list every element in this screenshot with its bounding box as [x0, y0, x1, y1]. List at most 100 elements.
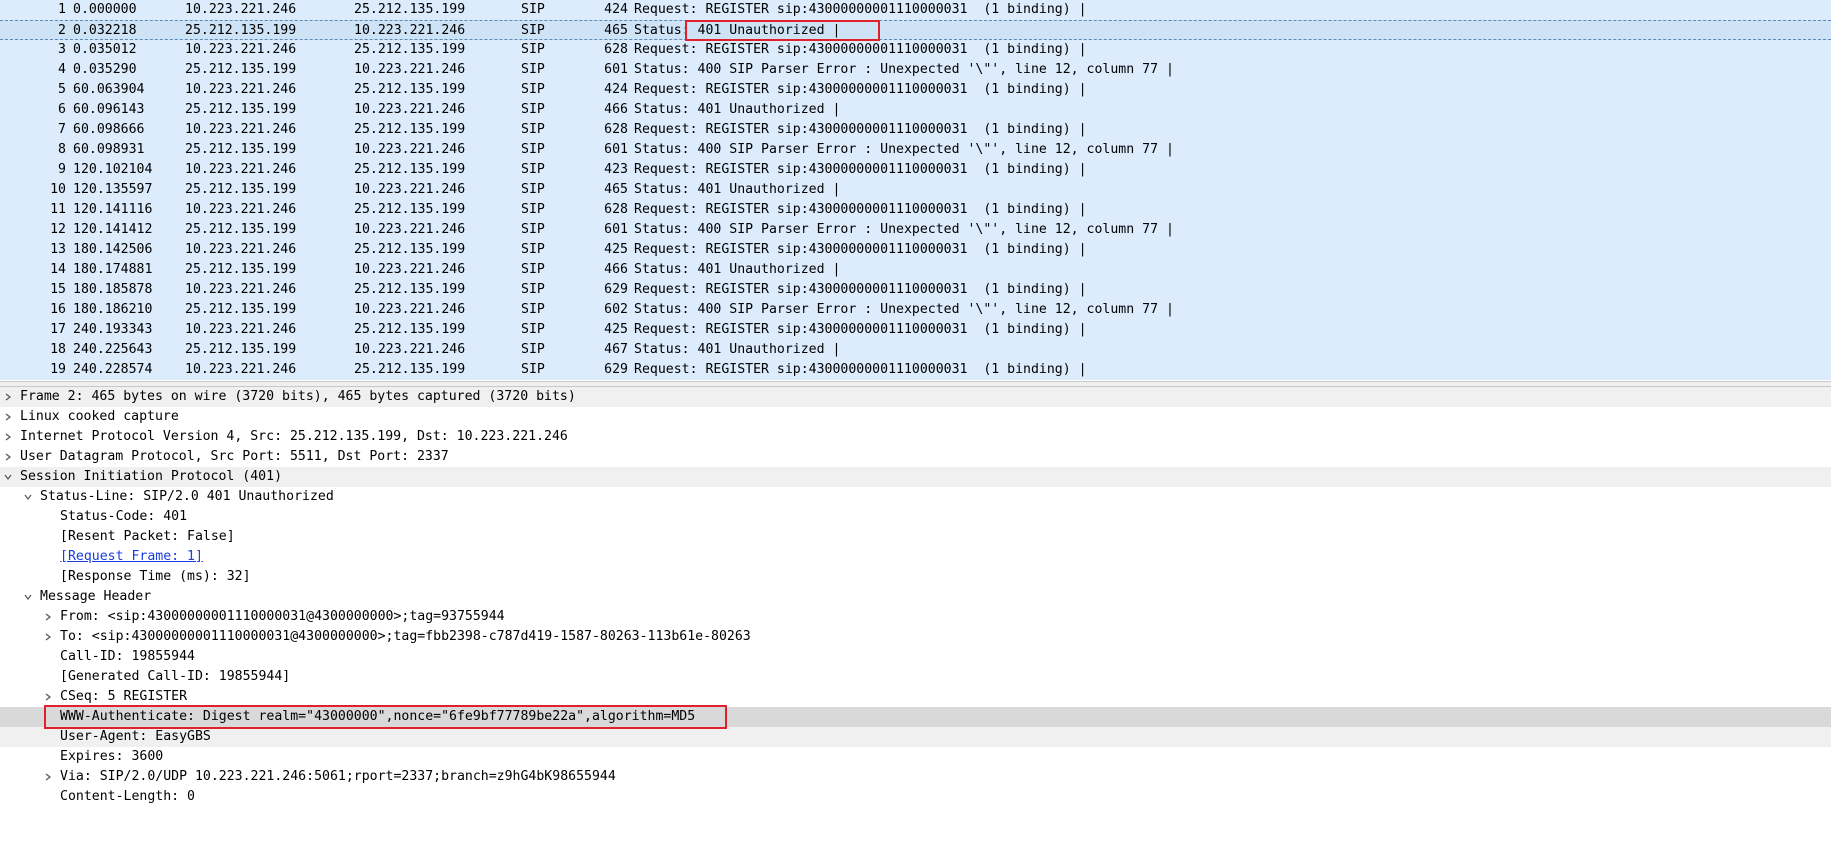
tree-item[interactable]: User-Agent: EasyGBS: [0, 727, 1831, 747]
packet-protocol: SIP: [521, 122, 545, 137]
packet-source: 25.212.135.199: [185, 342, 297, 357]
packet-number: 1: [58, 2, 66, 17]
chevron-right-icon[interactable]: [2, 447, 14, 467]
tree-item[interactable]: Frame 2: 465 bytes on wire (3720 bits), …: [0, 387, 1831, 407]
tree-item[interactable]: Status-Line: SIP/2.0 401 Unauthorized: [0, 487, 1831, 507]
tree-item[interactable]: [Resent Packet: False]: [0, 527, 1831, 547]
packet-number: 7: [58, 122, 66, 137]
packet-row[interactable]: 19 240.228574 10.223.221.246 25.212.135.199…: [0, 360, 1831, 380]
tree-item[interactable]: [Generated Call-ID: 19855944]: [0, 667, 1831, 687]
packet-row[interactable]: 10 120.135597 25.212.135.199 10.223.221.246…: [0, 180, 1831, 200]
tree-item-label: To: <sip:43000000001110000031@4300000000…: [60, 629, 751, 644]
tree-item[interactable]: CSeq: 5 REGISTER: [0, 687, 1831, 707]
packet-time: 0.035290: [73, 62, 137, 77]
chevron-right-icon[interactable]: [2, 407, 14, 427]
packet-row[interactable]: 2 0.032218 25.212.135.199 10.223.221.246 SIP…: [0, 20, 1831, 40]
packet-row[interactable]: 14 180.174881 25.212.135.199 10.223.221.246…: [0, 260, 1831, 280]
packet-row[interactable]: 17 240.193343 10.223.221.246 25.212.135.199…: [0, 320, 1831, 340]
packet-length: 467: [604, 342, 628, 357]
packet-list[interactable]: 1 0.000000 10.223.221.246 25.212.135.199 SIP…: [0, 0, 1831, 381]
packet-row[interactable]: 16 180.186210 25.212.135.199 10.223.221.246…: [0, 300, 1831, 320]
packet-row[interactable]: 6 60.096143 25.212.135.199 10.223.221.246 SI…: [0, 100, 1831, 120]
packet-info: Status: 401 Unauthorized |: [634, 182, 841, 197]
packet-destination: 25.212.135.199: [354, 122, 466, 137]
chevron-down-icon[interactable]: [2, 467, 14, 487]
packet-row[interactable]: 15 180.185878 10.223.221.246 25.212.135.199…: [0, 280, 1831, 300]
tree-item[interactable]: Internet Protocol Version 4, Src: 25.212…: [0, 427, 1831, 447]
packet-source: 10.223.221.246: [185, 2, 297, 17]
packet-source: 25.212.135.199: [185, 23, 297, 38]
packet-length: 628: [604, 202, 628, 217]
packet-row[interactable]: 8 60.098931 25.212.135.199 10.223.221.246 SI…: [0, 140, 1831, 160]
chevron-right-icon[interactable]: [42, 687, 54, 707]
packet-time: 120.102104: [73, 162, 153, 177]
packet-time: 120.135597: [73, 182, 153, 197]
packet-details-tree[interactable]: Frame 2: 465 bytes on wire (3720 bits), …: [0, 387, 1831, 844]
packet-info: Status: 400 SIP Parser Error : Unexpecte…: [634, 62, 1174, 77]
tree-item[interactable]: Session Initiation Protocol (401): [0, 467, 1831, 487]
packet-destination: 25.212.135.199: [354, 322, 466, 337]
tree-item[interactable]: Content-Length: 0: [0, 787, 1831, 807]
packet-number: 2: [58, 23, 66, 38]
packet-destination: 10.223.221.246: [354, 182, 466, 197]
chevron-right-icon[interactable]: [42, 607, 54, 627]
packet-protocol: SIP: [521, 302, 545, 317]
tree-item[interactable]: WWW-Authenticate: Digest realm="43000000…: [0, 707, 1831, 727]
packet-row[interactable]: 11 120.141116 10.223.221.246 25.212.135.199…: [0, 200, 1831, 220]
packet-length: 465: [604, 23, 628, 38]
tree-item[interactable]: Status-Code: 401: [0, 507, 1831, 527]
packet-row[interactable]: 5 60.063904 10.223.221.246 25.212.135.199 SI…: [0, 80, 1831, 100]
tree-item[interactable]: User Datagram Protocol, Src Port: 5511, …: [0, 447, 1831, 467]
chevron-down-icon[interactable]: [22, 587, 34, 607]
packet-length: 423: [604, 162, 628, 177]
request-frame-link[interactable]: [Request Frame: 1]: [60, 547, 203, 567]
packet-info: Request: REGISTER sip:430000000011100000…: [634, 242, 1087, 257]
packet-row[interactable]: 4 0.035290 25.212.135.199 10.223.221.246 SIP…: [0, 60, 1831, 80]
tree-item[interactable]: Via: SIP/2.0/UDP 10.223.221.246:5061;rpo…: [0, 767, 1831, 787]
packet-number: 18: [50, 342, 66, 357]
packet-row[interactable]: 9 120.102104 10.223.221.246 25.212.135.199 S…: [0, 160, 1831, 180]
packet-time: 240.228574: [73, 362, 153, 377]
tree-item[interactable]: From: <sip:43000000001110000031@43000000…: [0, 607, 1831, 627]
packet-row[interactable]: 3 0.035012 10.223.221.246 25.212.135.199 SIP…: [0, 40, 1831, 60]
packet-destination: 25.212.135.199: [354, 202, 466, 217]
packet-source: 10.223.221.246: [185, 362, 297, 377]
tree-item[interactable]: Expires: 3600: [0, 747, 1831, 767]
packet-source: 25.212.135.199: [185, 302, 297, 317]
packet-row[interactable]: 18 240.225643 25.212.135.199 10.223.221.246…: [0, 340, 1831, 360]
packet-destination: 10.223.221.246: [354, 142, 466, 157]
tree-item[interactable]: [Request Frame: 1]: [0, 547, 1831, 567]
packet-row[interactable]: 12 120.141412 25.212.135.199 10.223.221.246…: [0, 220, 1831, 240]
packet-protocol: SIP: [521, 362, 545, 377]
packet-protocol: SIP: [521, 42, 545, 57]
packet-time: 0.032218: [73, 23, 137, 38]
packet-destination: 10.223.221.246: [354, 102, 466, 117]
packet-time: 240.225643: [73, 342, 153, 357]
chevron-right-icon[interactable]: [2, 387, 14, 407]
packet-protocol: SIP: [521, 282, 545, 297]
chevron-right-icon[interactable]: [42, 767, 54, 787]
tree-item[interactable]: [Response Time (ms): 32]: [0, 567, 1831, 587]
chevron-right-icon[interactable]: [42, 627, 54, 647]
packet-row[interactable]: 13 180.142506 10.223.221.246 25.212.135.199…: [0, 240, 1831, 260]
packet-source: 10.223.221.246: [185, 162, 297, 177]
packet-time: 120.141412: [73, 222, 153, 237]
tree-item[interactable]: To: <sip:43000000001110000031@4300000000…: [0, 627, 1831, 647]
packet-destination: 10.223.221.246: [354, 342, 466, 357]
packet-row[interactable]: 1 0.000000 10.223.221.246 25.212.135.199 SIP…: [0, 0, 1831, 20]
packet-destination: 10.223.221.246: [354, 62, 466, 77]
packet-protocol: SIP: [521, 262, 545, 277]
packet-source: 25.212.135.199: [185, 102, 297, 117]
tree-item-label: [Resent Packet: False]: [60, 529, 235, 544]
tree-item[interactable]: Linux cooked capture: [0, 407, 1831, 427]
packet-number: 14: [50, 262, 66, 277]
chevron-down-icon[interactable]: [22, 487, 34, 507]
tree-item-label: Linux cooked capture: [20, 409, 179, 424]
packet-info: Status: 401 Unauthorized |: [634, 23, 841, 38]
tree-item[interactable]: Call-ID: 19855944: [0, 647, 1831, 667]
chevron-right-icon[interactable]: [2, 427, 14, 447]
packet-row[interactable]: 7 60.098666 10.223.221.246 25.212.135.199 SI…: [0, 120, 1831, 140]
tree-item[interactable]: Message Header: [0, 587, 1831, 607]
tree-item-label: Status-Line: SIP/2.0 401 Unauthorized: [40, 489, 334, 504]
packet-length: 424: [604, 2, 628, 17]
